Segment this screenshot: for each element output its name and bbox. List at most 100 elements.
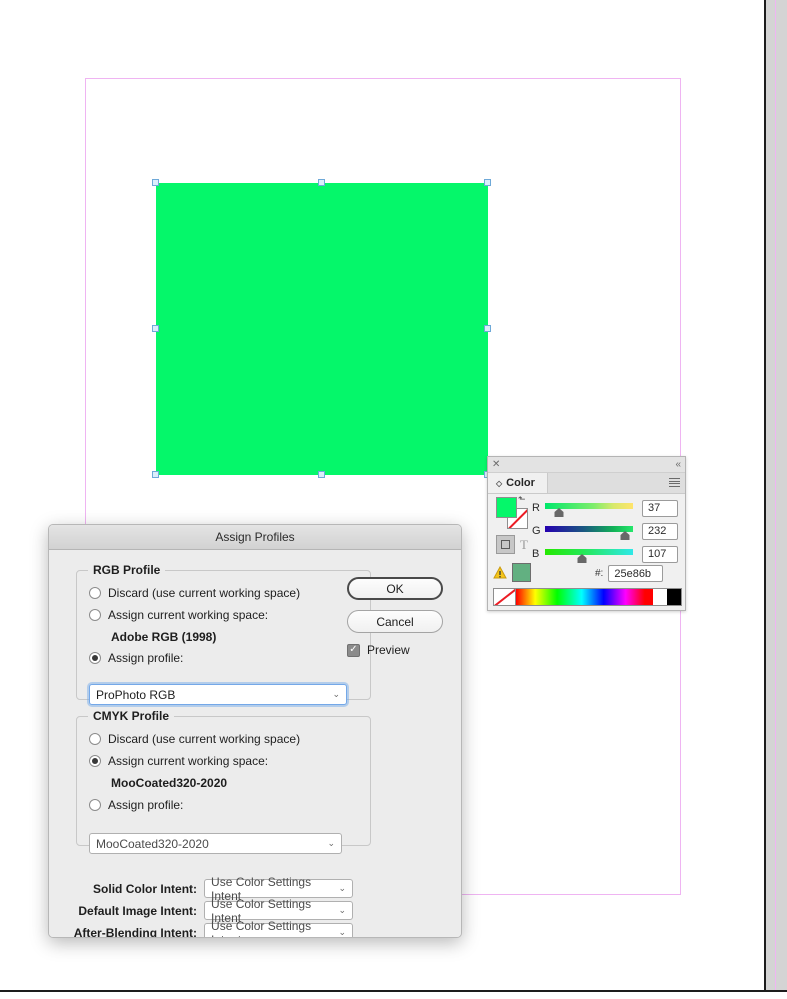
- cmyk-discard-option[interactable]: Discard (use current working space): [89, 732, 300, 746]
- fill-stroke-swatches[interactable]: ⬑: [496, 495, 528, 529]
- slider-label-r: R: [532, 502, 540, 514]
- fill-mode-icon: [501, 540, 510, 549]
- fill-swatch[interactable]: [496, 497, 517, 518]
- cmyk-working-space-option[interactable]: Assign current working space:: [89, 754, 268, 768]
- rgb-assign-profile-option[interactable]: Assign profile:: [89, 651, 183, 665]
- cmyk-working-space-label: Assign current working space:: [108, 754, 269, 768]
- selection-handle-top-right[interactable]: [484, 179, 491, 186]
- cmyk-working-space-radio[interactable]: [89, 755, 101, 767]
- panel-menu-icon[interactable]: [669, 478, 680, 487]
- solid-color-intent-dropdown[interactable]: Use Color Settings Intent ⌄: [204, 875, 353, 903]
- tab-color-label: Color: [506, 477, 535, 489]
- rgb-working-space-name: Adobe RGB (1998): [111, 630, 217, 644]
- artboard-edge-marker: [775, 0, 776, 990]
- rgb-assign-profile-radio[interactable]: [89, 652, 101, 664]
- selection-handle-bottom-left[interactable]: [152, 471, 159, 478]
- chevron-down-icon: ⌄: [338, 905, 346, 915]
- white-swatch[interactable]: [653, 589, 667, 605]
- color-panel-tabbar: ◇ Color: [488, 473, 685, 494]
- preview-checkbox[interactable]: ✓: [347, 643, 360, 657]
- slider-value-b[interactable]: 107: [642, 545, 678, 563]
- color-target-toggle[interactable]: T: [496, 535, 528, 554]
- color-spectrum-bar[interactable]: [493, 588, 682, 606]
- selection-handle-middle-left[interactable]: [152, 325, 159, 332]
- cmyk-discard-label: Discard (use current working space): [108, 732, 301, 746]
- tab-color[interactable]: ◇ Color: [488, 473, 548, 493]
- collapse-panel-icon[interactable]: «: [675, 458, 681, 471]
- preview-label: Preview: [367, 643, 410, 657]
- dialog-actions: OK Cancel ✓ Preview: [347, 577, 443, 657]
- rgb-discard-option[interactable]: Discard (use current working space): [89, 586, 300, 600]
- horizontal-scrollbar[interactable]: [0, 990, 787, 999]
- dialog-titlebar: Assign Profiles: [49, 525, 461, 550]
- color-panel-topbar: ✕ «: [488, 457, 685, 473]
- cancel-button[interactable]: Cancel: [347, 610, 443, 633]
- hex-input[interactable]: 25e86b: [608, 565, 664, 582]
- slider-value-r[interactable]: 37: [642, 499, 678, 517]
- after-blending-intent-row: After-Blending Intent: Use Color Setting…: [63, 919, 353, 937]
- ok-button[interactable]: OK: [347, 577, 443, 600]
- rgb-working-space-option[interactable]: Assign current working space:: [89, 608, 268, 622]
- slider-gradient-b: [545, 549, 633, 555]
- spectrum-gradient[interactable]: [516, 589, 653, 605]
- color-slider-b[interactable]: B 107: [532, 545, 678, 563]
- gamut-warning-row[interactable]: [493, 563, 531, 582]
- hex-label: #:: [595, 568, 604, 579]
- swap-fill-stroke-icon[interactable]: ⬑: [518, 495, 527, 504]
- preview-toggle[interactable]: ✓ Preview: [347, 643, 443, 657]
- after-blending-intent-value: Use Color Settings Intent: [211, 918, 312, 938]
- dialog-title: Assign Profiles: [215, 530, 295, 544]
- text-mode-button[interactable]: T: [520, 538, 528, 551]
- rgb-profile-dropdown-value: ProPhoto RGB: [96, 687, 176, 702]
- cmyk-working-space-name: MooCoated320-2020: [111, 776, 228, 790]
- default-image-intent-row: Default Image Intent: Use Color Settings…: [63, 897, 353, 925]
- default-image-intent-dropdown[interactable]: Use Color Settings Intent ⌄: [204, 897, 353, 925]
- slider-thumb-b[interactable]: [576, 554, 587, 563]
- rgb-assign-profile-label: Assign profile:: [108, 651, 184, 665]
- cmyk-assign-profile-label: Assign profile:: [108, 798, 184, 812]
- chevron-down-icon: ⌄: [338, 927, 346, 937]
- cancel-button-label: Cancel: [376, 614, 414, 629]
- tab-diamond-icon: ◇: [496, 478, 503, 488]
- after-blending-intent-dropdown[interactable]: Use Color Settings Intent ⌄: [204, 919, 353, 937]
- selection-handle-bottom-center[interactable]: [318, 471, 325, 478]
- selection-handle-middle-right[interactable]: [484, 325, 491, 332]
- cmyk-assign-profile-option[interactable]: Assign profile:: [89, 798, 183, 812]
- rgb-profile-legend: RGB Profile: [88, 563, 166, 577]
- cmyk-discard-radio[interactable]: [89, 733, 101, 745]
- close-icon[interactable]: ✕: [492, 458, 500, 471]
- hex-color-row[interactable]: #: 25e86b: [595, 565, 664, 582]
- out-of-gamut-warning-icon[interactable]: [493, 566, 507, 579]
- slider-value-g[interactable]: 232: [642, 522, 678, 540]
- color-panel[interactable]: ✕ « ◇ Color ⬑ T R 37 G 232 B 107 #: 25e8…: [487, 456, 686, 611]
- rgb-discard-label: Discard (use current working space): [108, 586, 301, 600]
- assign-profiles-dialog[interactable]: Assign Profiles RGB Profile Discard (use…: [48, 524, 462, 938]
- chevron-down-icon: ⌄: [327, 838, 335, 848]
- slider-track-g[interactable]: [545, 522, 633, 540]
- none-color-swatch[interactable]: [494, 589, 516, 605]
- green-rectangle[interactable]: [156, 183, 488, 475]
- slider-label-g: G: [532, 525, 541, 537]
- dialog-body: RGB Profile Discard (use current working…: [49, 550, 461, 937]
- cmyk-profile-dropdown[interactable]: MooCoated320-2020 ⌄: [89, 833, 342, 854]
- ok-button-label: OK: [386, 581, 404, 596]
- slider-track-b[interactable]: [545, 545, 633, 563]
- selected-shape[interactable]: [152, 179, 491, 478]
- selection-handle-top-left[interactable]: [152, 179, 159, 186]
- in-gamut-proof-swatch[interactable]: [512, 563, 531, 582]
- rgb-discard-radio[interactable]: [89, 587, 101, 599]
- rgb-working-space-label: Assign current working space:: [108, 608, 269, 622]
- cmyk-profile-legend: CMYK Profile: [88, 709, 175, 723]
- cmyk-assign-profile-radio[interactable]: [89, 799, 101, 811]
- slider-track-r[interactable]: [545, 499, 633, 517]
- fill-mode-button[interactable]: [496, 535, 515, 554]
- rgb-profile-dropdown[interactable]: ProPhoto RGB ⌄: [89, 684, 347, 705]
- color-slider-g[interactable]: G 232: [532, 522, 678, 540]
- rgb-working-space-radio[interactable]: [89, 609, 101, 621]
- color-slider-r[interactable]: R 37: [532, 499, 678, 517]
- selection-handle-top-center[interactable]: [318, 179, 325, 186]
- black-swatch[interactable]: [667, 589, 681, 605]
- slider-thumb-r[interactable]: [554, 508, 565, 517]
- vertical-scrollbar[interactable]: [764, 0, 787, 990]
- slider-thumb-g[interactable]: [620, 531, 631, 540]
